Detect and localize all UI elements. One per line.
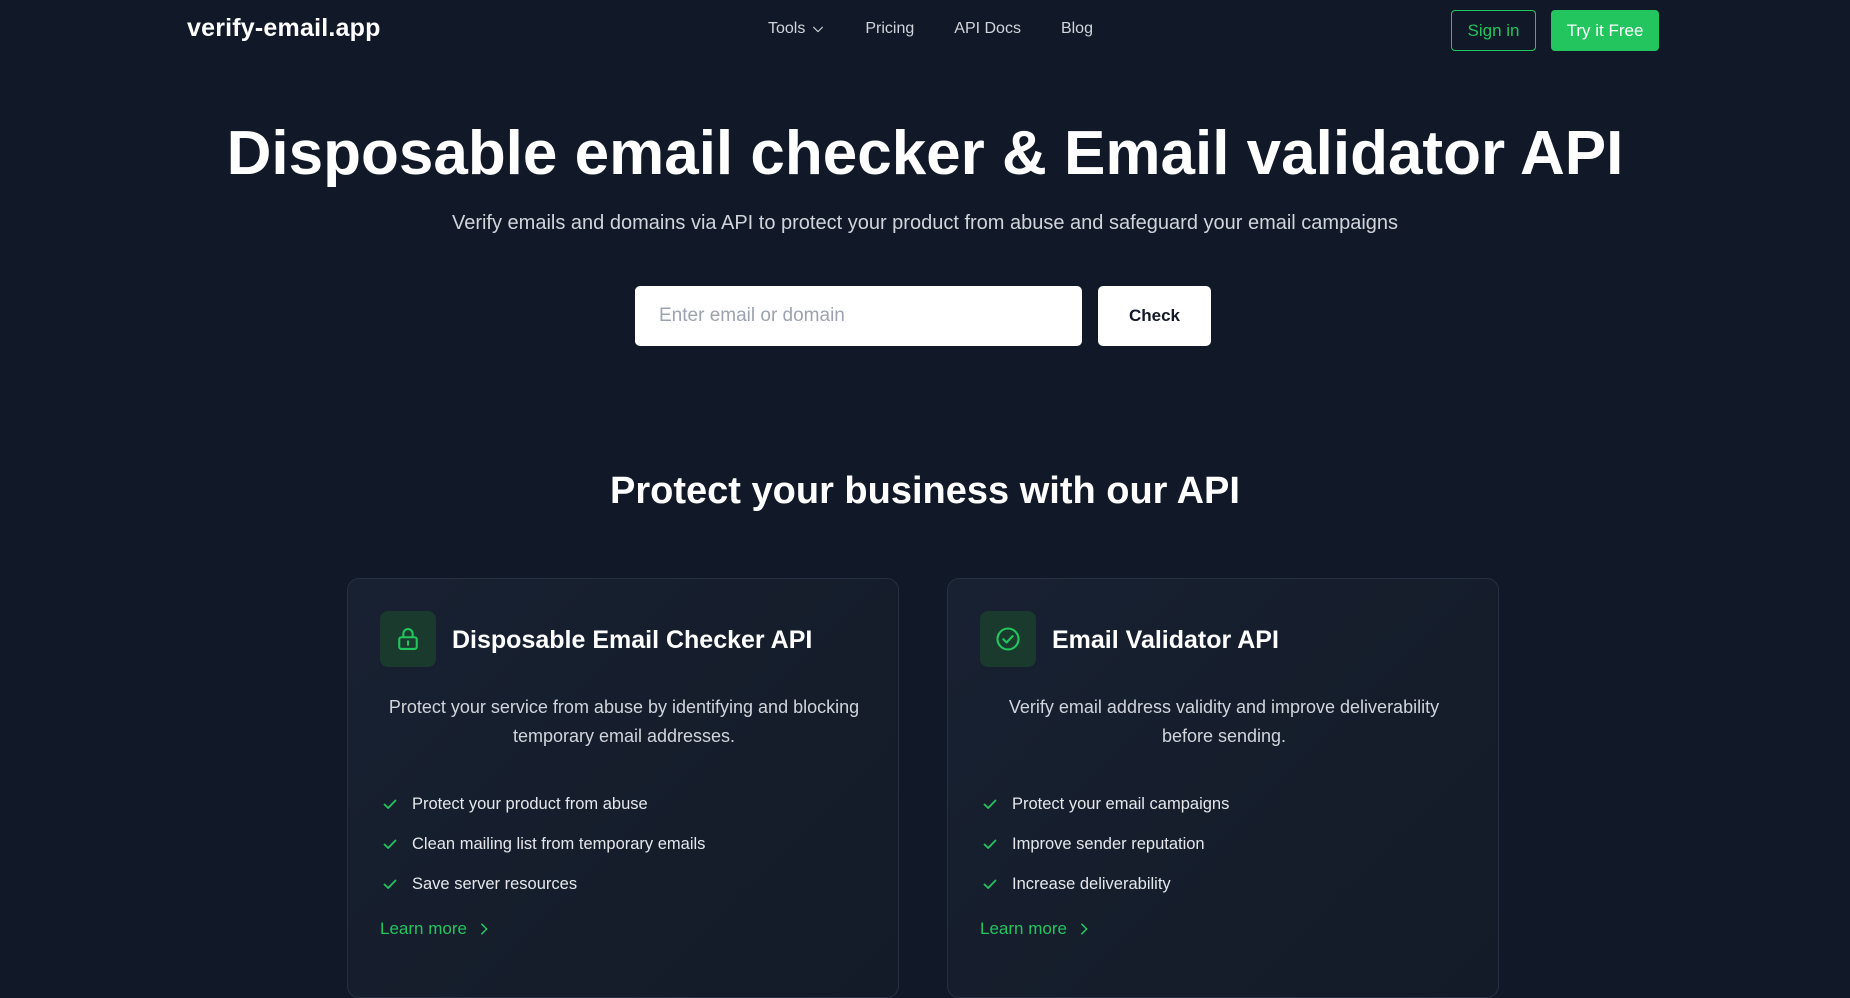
list-item: Save server resources [382,864,705,904]
card-icon-box [980,611,1036,667]
list-item: Protect your product from abuse [382,784,705,824]
feature-list: Protect your product from abuse Clean ma… [382,784,705,904]
nav-item-label: Blog [1060,20,1093,37]
list-item: Improve sender reputation [982,824,1229,864]
check-circle-icon [996,627,1020,651]
learn-more-link[interactable]: Learn more [980,919,1091,939]
check-icon [983,799,997,809]
check-icon [383,839,397,849]
check-icon [983,879,997,889]
nav-item-api-docs[interactable]: API Docs [954,20,1021,38]
sign-in-button[interactable]: Sign in [1451,10,1536,51]
site-logo[interactable]: verify-email.app [187,14,381,43]
feature-text: Improve sender reputation [1012,834,1205,853]
chevron-right-icon [1080,923,1088,935]
card-title: Disposable Email Checker API [452,626,813,654]
nav-item-label: API Docs [954,20,1021,37]
feature-card-validator: Email Validator API Verify email address… [947,578,1499,998]
nav-item-tools[interactable]: Tools [768,20,825,38]
lock-icon [398,628,418,650]
try-it-free-button[interactable]: Try it Free [1551,10,1659,51]
list-item: Increase deliverability [982,864,1229,904]
chevron-down-icon [813,26,824,33]
feature-card-disposable: Disposable Email Checker API Protect you… [347,578,899,998]
section-title: Protect your business with our API [610,470,1240,512]
feature-text: Save server resources [412,874,578,893]
feature-list: Protect your email campaigns Improve sen… [982,784,1229,904]
check-icon [383,879,397,889]
hero-title: Disposable email checker & Email validat… [226,119,1624,188]
nav-item-blog[interactable]: Blog [1061,20,1093,38]
card-description: Protect your service from abuse by ident… [388,697,860,746]
feature-text: Protect your product from abuse [412,794,648,813]
email-domain-input[interactable] [635,286,1082,346]
check-icon [383,799,397,809]
feature-text: Increase deliverability [1012,874,1171,893]
nav-item-label: Pricing [865,20,915,37]
card-icon-box [380,611,436,667]
nav-item-label: Tools [768,20,806,37]
chevron-right-icon [480,923,488,935]
check-button[interactable]: Check [1098,286,1211,346]
list-item: Protect your email campaigns [982,784,1229,824]
card-description: Verify email address validity and improv… [1008,697,1440,746]
check-icon [983,839,997,849]
learn-more-link[interactable]: Learn more [380,919,491,939]
feature-text: Protect your email campaigns [1012,794,1230,813]
learn-more-label: Learn more [980,919,1067,938]
hero-subtitle: Verify emails and domains via API to pro… [451,212,1399,234]
feature-text: Clean mailing list from temporary emails [412,834,706,853]
site-header: verify-email.app Tools Pricing API Docs … [0,0,1850,62]
learn-more-label: Learn more [380,919,467,938]
main-nav: Tools Pricing API Docs Blog [768,20,1093,38]
list-item: Clean mailing list from temporary emails [382,824,705,864]
nav-item-pricing[interactable]: Pricing [865,20,914,38]
card-title: Email Validator API [1052,626,1279,654]
